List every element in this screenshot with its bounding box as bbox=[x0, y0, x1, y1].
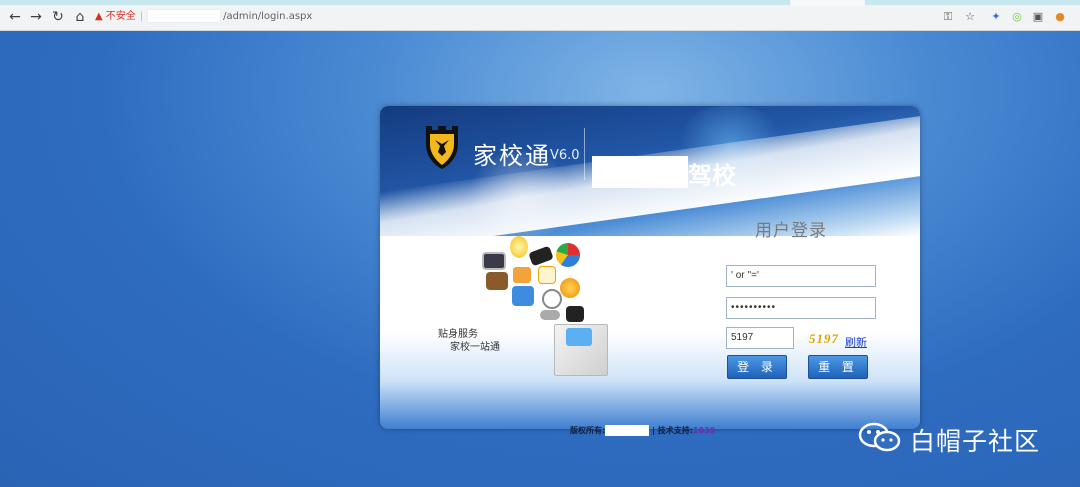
login-button[interactable]: 登 录 bbox=[727, 355, 787, 379]
wechat-icon bbox=[858, 422, 901, 452]
extension-circle-icon[interactable]: ◎ bbox=[1009, 9, 1025, 25]
password-input[interactable] bbox=[726, 297, 876, 319]
refresh-captcha-link[interactable]: 刷新 bbox=[845, 334, 867, 350]
forward-icon[interactable]: → bbox=[27, 8, 45, 26]
slogan-line2: 家校一站通 bbox=[450, 342, 500, 353]
extension-cookie-icon[interactable]: ● bbox=[1052, 9, 1068, 25]
pie-chart-icon bbox=[556, 243, 580, 267]
contacts-icon bbox=[512, 286, 534, 306]
key-icon[interactable]: ⚿ bbox=[940, 9, 956, 25]
redacted-school-name bbox=[592, 156, 688, 188]
username-input[interactable] bbox=[726, 265, 876, 287]
redacted-host bbox=[147, 9, 222, 23]
copyright-label: 版权所有: bbox=[570, 426, 606, 435]
brand-name: 家校通 bbox=[473, 142, 551, 170]
support-label: | 技术支持: bbox=[652, 426, 693, 435]
tablet-icon bbox=[528, 245, 554, 267]
laptop-icon bbox=[482, 252, 506, 270]
footer: 版权所有: | 技术支持:1039 bbox=[570, 425, 715, 436]
wallet-icon bbox=[486, 272, 508, 290]
download-icon bbox=[566, 306, 584, 322]
banner: 家校通 V6.0 驾校 bbox=[380, 106, 920, 253]
home-icon[interactable]: ⌂ bbox=[71, 8, 89, 26]
security-status: 不安全 bbox=[105, 11, 136, 22]
captcha-input[interactable] bbox=[726, 327, 794, 349]
lightbulb-icon bbox=[510, 236, 528, 258]
ball-icon bbox=[560, 278, 580, 298]
captcha-image[interactable]: 5197 bbox=[809, 331, 843, 347]
school-name-suffix: 驾校 bbox=[688, 162, 736, 190]
reload-icon[interactable]: ↻ bbox=[49, 8, 67, 26]
extension-box-icon[interactable]: ▣ bbox=[1030, 9, 1046, 25]
version-label: V6.0 bbox=[550, 148, 580, 163]
shield-logo-icon bbox=[426, 126, 458, 169]
picture-icon bbox=[512, 266, 532, 284]
back-icon[interactable]: ← bbox=[6, 8, 24, 26]
address-bar[interactable]: ▲ 不安全 |/admin/login.aspx bbox=[95, 7, 935, 27]
browser-toolbar: ← → ↻ ⌂ ▲ 不安全 |/admin/login.aspx ⚿ ☆ ✦ ◎ ▣… bbox=[0, 5, 1080, 31]
extension-icon[interactable]: ✦ bbox=[988, 9, 1004, 25]
alarm-clock-icon bbox=[542, 289, 562, 309]
support-link[interactable]: 1039 bbox=[693, 426, 715, 435]
login-title: 用户登录 bbox=[755, 221, 827, 241]
url-path: /admin/login.aspx bbox=[223, 11, 313, 22]
notes-icon bbox=[538, 266, 556, 284]
redacted-copyright bbox=[605, 425, 650, 436]
reset-button[interactable]: 重 置 bbox=[808, 355, 868, 379]
box-content-icon bbox=[566, 328, 592, 346]
car-icon bbox=[540, 310, 560, 320]
watermark-text: 白帽子社区 bbox=[910, 427, 1041, 456]
login-panel: 家校通 V6.0 驾校 用户登录 5197 刷新 登 录 重 置 贴身服务 家校… bbox=[380, 106, 920, 429]
warning-icon: ▲ bbox=[95, 11, 103, 22]
star-icon[interactable]: ☆ bbox=[962, 9, 978, 25]
